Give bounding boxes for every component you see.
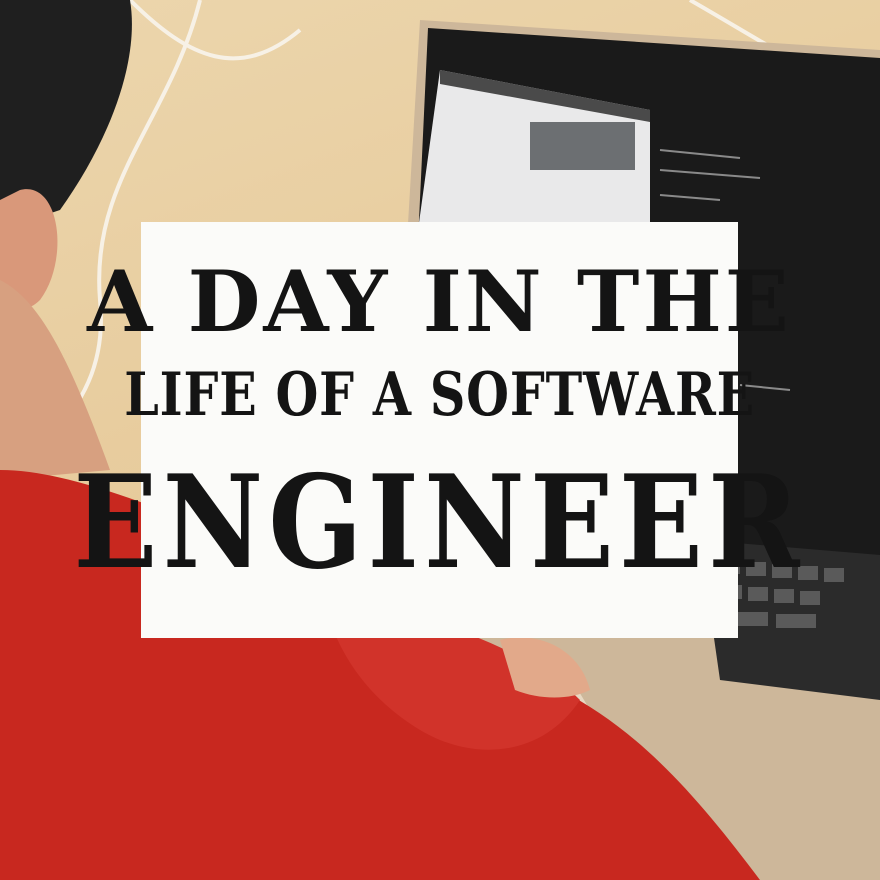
title-line-3: Engineer	[73, 448, 806, 598]
title-card: A Day in the Life of a Software Engineer	[74, 222, 800, 638]
blog-cover-image: A Day in the Life of a Software Engineer	[0, 0, 880, 880]
title-line-1: A Day in the	[87, 252, 792, 351]
browser-hero-image	[530, 122, 635, 170]
cable	[128, 0, 302, 61]
title-line-2: Life of a Software	[124, 360, 755, 430]
